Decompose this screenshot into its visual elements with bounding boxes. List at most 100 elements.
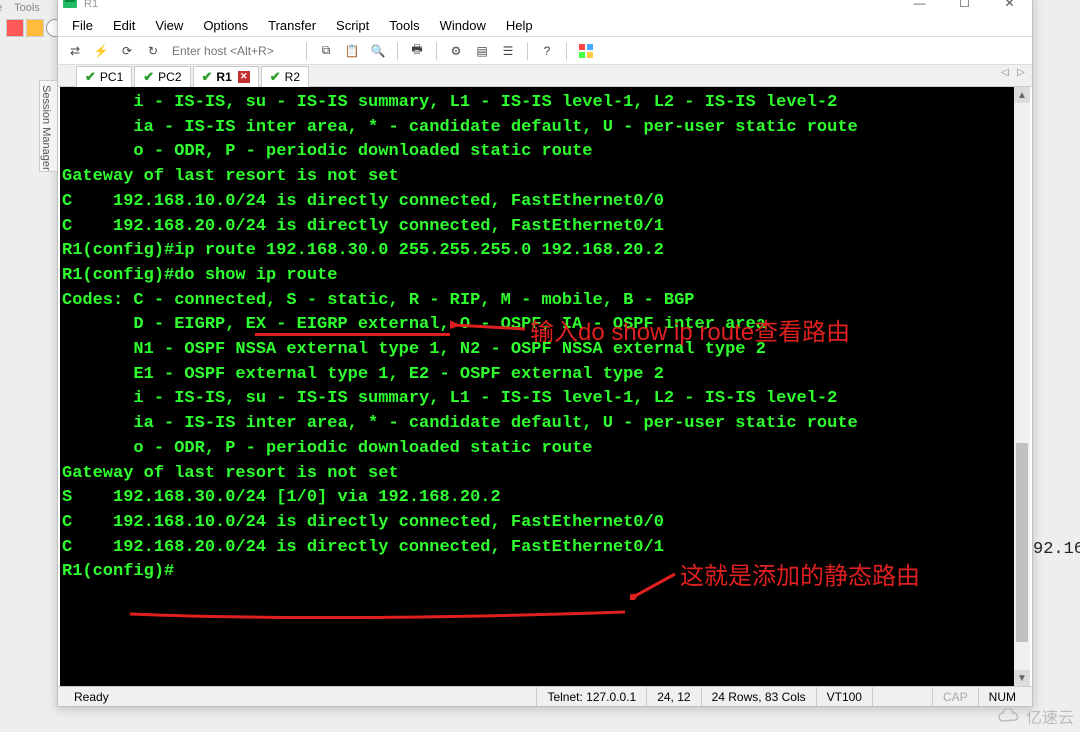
terminal-line: R1(config)# — [62, 560, 1012, 585]
tabbar: ✔PC1✔PC2✔R1✕✔R2 ◁ ▷ — [58, 65, 1032, 87]
menu-edit[interactable]: Edit — [103, 16, 145, 35]
color-swatch-red — [6, 19, 24, 37]
menu-tools[interactable]: Tools — [379, 16, 429, 35]
host-input[interactable] — [168, 41, 298, 61]
status-size: 24 Rows, 83 Cols — [702, 687, 817, 706]
sync-icon[interactable]: ⟳ — [116, 40, 138, 62]
scroll-up-icon[interactable]: ▲ — [1014, 87, 1030, 103]
titlebar: R1 — ☐ ✕ — [58, 0, 1032, 15]
terminal-line: C 192.168.10.0/24 is directly connected,… — [62, 190, 1012, 215]
tab-r1[interactable]: ✔R1 ✕ — [193, 66, 259, 87]
terminal-line: Gateway of last resort is not set — [62, 165, 1012, 190]
menu-script[interactable]: Script — [326, 16, 379, 35]
tab-label: PC2 — [158, 70, 181, 84]
tab-label: R2 — [285, 70, 300, 84]
maximize-button[interactable]: ☐ — [942, 0, 987, 13]
tab-pc1[interactable]: ✔ PC1 — [76, 66, 132, 87]
terminal-line: Codes: C - connected, S - static, R - RI… — [62, 289, 1012, 314]
tab-pc2[interactable]: ✔ PC2 — [134, 66, 190, 87]
terminal-line: C 192.168.10.0/24 is directly connected,… — [62, 511, 1012, 536]
toolbar-separator — [397, 42, 398, 60]
annotation-underline — [255, 333, 450, 336]
print-icon[interactable]: 🖶 — [406, 40, 428, 62]
tab-nav: ◁ ▷ — [998, 67, 1028, 78]
tab-label: R1 — [216, 70, 231, 84]
tab-close-icon[interactable]: ✕ — [238, 71, 250, 83]
vertical-scrollbar[interactable]: ▲ ▼ — [1014, 87, 1030, 686]
tab-r2[interactable]: ✔ R2 — [261, 66, 309, 87]
help-icon[interactable]: ? — [536, 40, 558, 62]
terminal-line: S 192.168.30.0/24 [1/0] via 192.168.20.2 — [62, 486, 1012, 511]
check-icon: ✔ — [270, 69, 281, 85]
lightning-icon[interactable]: ⚡ — [90, 40, 112, 62]
menu-window[interactable]: Window — [430, 16, 496, 35]
toolbar-separator — [566, 42, 567, 60]
app-window: R1 — ☐ ✕ FileEditViewOptionsTransferScri… — [57, 0, 1033, 707]
terminal-line: o - ODR, P - periodic downloaded static … — [62, 437, 1012, 462]
close-button[interactable]: ✕ — [987, 0, 1032, 13]
reload-icon[interactable]: ↻ — [142, 40, 164, 62]
minimize-button[interactable]: — — [897, 0, 942, 13]
terminal-line: R1(config)#do show ip route — [62, 264, 1012, 289]
statusbar: Ready Telnet: 127.0.0.1 24, 12 24 Rows, … — [58, 686, 1032, 706]
scroll-down-icon[interactable]: ▼ — [1014, 670, 1030, 686]
color-swatch-yellow — [26, 19, 44, 37]
background-toolbar-fragment — [0, 16, 64, 40]
watermark: 亿速云 — [996, 704, 1074, 728]
menubar: FileEditViewOptionsTransferScriptToolsWi… — [58, 15, 1032, 37]
terminal-line: ia - IS-IS inter area, * - candidate def… — [62, 412, 1012, 437]
toolbar-separator — [436, 42, 437, 60]
status-cap: CAP — [933, 687, 979, 706]
side-text-fragment: 92.168.3 — [1033, 540, 1080, 559]
scroll-thumb[interactable] — [1016, 443, 1028, 641]
menu-help[interactable]: Help — [496, 16, 543, 35]
scroll-track[interactable] — [1014, 103, 1030, 670]
options-icon[interactable]: ▤ — [471, 40, 493, 62]
window-controls: — ☐ ✕ — [897, 0, 1032, 13]
terminal-line: ia - IS-IS inter area, * - candidate def… — [62, 116, 1012, 141]
tab-label: PC1 — [100, 70, 123, 84]
menu-transfer[interactable]: Transfer — [258, 16, 326, 35]
check-icon: ✔ — [85, 69, 96, 85]
copy-icon[interactable]: ⧉ — [315, 40, 337, 62]
terminal-area: i - IS-IS, su - IS-IS summary, L1 - IS-I… — [60, 87, 1030, 686]
check-icon: ✔ — [202, 69, 213, 85]
terminal-line: o - ODR, P - periodic downloaded static … — [62, 140, 1012, 165]
terminal-line: i - IS-IS, su - IS-IS summary, L1 - IS-I… — [62, 91, 1012, 116]
cloud-icon — [996, 708, 1022, 724]
reconnect-icon[interactable]: ⇄ — [64, 40, 86, 62]
menu-icon[interactable]: ☰ — [497, 40, 519, 62]
terminal-line: i - IS-IS, su - IS-IS summary, L1 - IS-I… — [62, 387, 1012, 412]
menu-view[interactable]: View — [145, 16, 193, 35]
tab-next-icon[interactable]: ▷ — [1014, 67, 1028, 78]
terminal-line: E1 - OSPF external type 1, E2 - OSPF ext… — [62, 363, 1012, 388]
terminal-line: Gateway of last resort is not set — [62, 462, 1012, 487]
status-term: VT100 — [817, 687, 873, 706]
terminal-line: C 192.168.20.0/24 is directly connected,… — [62, 536, 1012, 561]
terminal-line: R1(config)#ip route 192.168.30.0 255.255… — [62, 239, 1012, 264]
app-icon — [62, 0, 78, 12]
toolbar-separator — [527, 42, 528, 60]
terminal-line: C 192.168.20.0/24 is directly connected,… — [62, 215, 1012, 240]
watermark-label: 亿速云 — [1026, 704, 1074, 728]
menu-file[interactable]: File — [62, 16, 103, 35]
toolbar: ⇄ ⚡ ⟳ ↻ ⧉ 📋 🔍 🖶 ⚙ ▤ ☰ ? — [58, 37, 1032, 65]
terminal[interactable]: i - IS-IS, su - IS-IS summary, L1 - IS-I… — [60, 87, 1014, 686]
terminal-line: D - EIGRP, EX - EIGRP external, O - OSPF… — [62, 313, 1012, 338]
palette-icon[interactable] — [575, 40, 597, 62]
status-connection: Telnet: 127.0.0.1 — [537, 687, 647, 706]
annotation-underline-curve — [130, 610, 625, 624]
gear-icon[interactable]: ⚙ — [445, 40, 467, 62]
status-empty — [873, 687, 933, 706]
find-icon[interactable]: 🔍 — [367, 40, 389, 62]
tab-prev-icon[interactable]: ◁ — [998, 67, 1012, 78]
toolbar-separator — [306, 42, 307, 60]
status-cursor-pos: 24, 12 — [647, 687, 701, 706]
menu-options[interactable]: Options — [193, 16, 258, 35]
window-title: R1 — [84, 0, 98, 10]
paste-icon[interactable]: 📋 — [341, 40, 363, 62]
check-icon: ✔ — [143, 69, 154, 85]
status-ready: Ready — [64, 687, 537, 706]
terminal-line: N1 - OSPF NSSA external type 1, N2 - OSP… — [62, 338, 1012, 363]
session-manager-tab[interactable]: Session Manager — [39, 80, 57, 172]
